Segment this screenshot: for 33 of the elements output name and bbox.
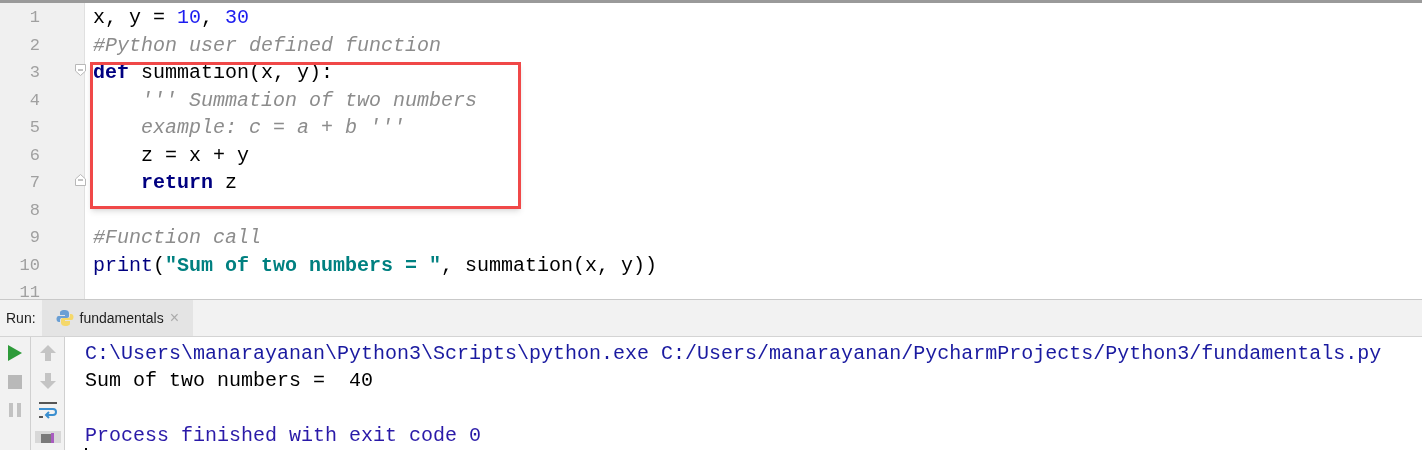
line-number: 9 <box>28 227 40 249</box>
line-number: 4 <box>28 89 40 112</box>
code-line: print("Sum of two numbers = ", summation(x, y)) <box>93 253 658 277</box>
line-number: 1 <box>28 7 40 29</box>
panel-label: Run: <box>5 308 37 328</box>
fold-icon[interactable] <box>75 174 86 186</box>
code-line: example: c = a + b ''' <box>140 116 406 139</box>
console-line: Sum of two numbers = 40 <box>85 369 374 393</box>
code-line: return z <box>140 171 238 194</box>
line-number: 5 <box>28 117 40 139</box>
up-arrow-icon[interactable] <box>39 345 56 361</box>
run-icon[interactable] <box>8 345 22 361</box>
line-number: 3 <box>28 62 40 84</box>
pause-icon[interactable] <box>8 403 22 417</box>
code-line: ''' Summation of two numbers <box>140 88 478 112</box>
code-line: x, y = 10, 30 <box>93 6 250 29</box>
line-number: 6 <box>28 144 40 167</box>
fold-icon[interactable] <box>75 64 86 76</box>
code-line: #Function call <box>93 226 262 249</box>
code-line: #Python user defined function <box>93 33 442 57</box>
soft-wrap-icon[interactable] <box>37 401 58 419</box>
line-number: 8 <box>28 199 40 222</box>
line-number: 11 <box>18 282 40 304</box>
console-line: Process finished with exit code 0 <box>85 423 482 447</box>
code-line: z = x + y <box>140 143 250 167</box>
line-number: 10 <box>18 254 40 277</box>
python-icon <box>55 309 74 327</box>
down-arrow-icon[interactable] <box>39 373 56 389</box>
line-number: 2 <box>28 34 40 57</box>
stop-icon[interactable] <box>8 375 22 389</box>
console-line: C:\Users\manarayanan\Python3\Scripts\python.exe C:/Users/manarayanan/PycharmProjects/Python3/fundamentals.py <box>85 342 1382 365</box>
run-tab[interactable]: fundamentals × <box>41 300 193 336</box>
line-number: 7 <box>28 172 40 194</box>
